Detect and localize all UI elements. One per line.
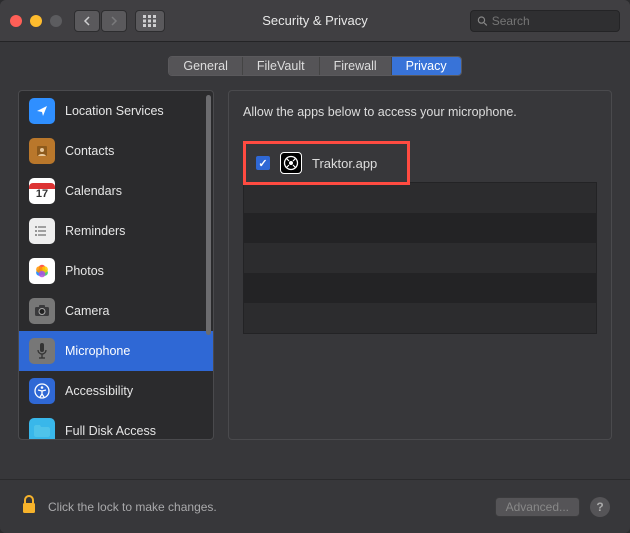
tab-bar: General FileVault Firewall Privacy [0,42,630,90]
footer: Click the lock to make changes. Advanced… [0,479,630,533]
titlebar: Security & Privacy [0,0,630,42]
privacy-category-list: Location Services Contacts 17 Calendars [18,90,214,440]
advanced-button[interactable]: Advanced... [495,497,580,517]
app-permission-list: ✓ Traktor.app [243,141,597,334]
preferences-window: Security & Privacy General FileVault Fir… [0,0,630,533]
grid-icon [143,15,157,27]
tab-privacy[interactable]: Privacy [392,57,461,75]
highlight-box: ✓ Traktor.app [243,141,410,185]
sidebar-item-photos[interactable]: Photos [19,251,213,291]
sidebar-item-label: Full Disk Access [65,424,156,438]
app-name: Traktor.app [312,156,377,171]
tab-firewall[interactable]: Firewall [320,57,392,75]
accessibility-icon [29,378,55,404]
search-input[interactable] [492,14,613,28]
calendar-icon: 17 [29,178,55,204]
chevron-left-icon [83,16,91,26]
zoom-window-button[interactable] [50,15,62,27]
tab-filevault[interactable]: FileVault [243,57,320,75]
reminders-icon [29,218,55,244]
app-checkbox[interactable]: ✓ [256,156,270,170]
sidebar-item-label: Photos [65,264,104,278]
sidebar-item-camera[interactable]: Camera [19,291,213,331]
table-row [244,183,596,213]
permission-hint: Allow the apps below to access your micr… [243,105,597,119]
sidebar-item-calendars[interactable]: 17 Calendars [19,171,213,211]
sidebar-item-label: Reminders [65,224,125,238]
nav-buttons [74,10,127,32]
sidebar-item-full-disk-access[interactable]: Full Disk Access [19,411,213,439]
tab-set: General FileVault Firewall Privacy [168,56,461,76]
lock-hint: Click the lock to make changes. [48,500,485,514]
sidebar-item-label: Camera [65,304,109,318]
window-controls [10,15,62,27]
lock-button[interactable] [20,494,38,520]
traktor-app-icon [280,152,302,174]
minimize-window-button[interactable] [30,15,42,27]
sidebar-item-accessibility[interactable]: Accessibility [19,371,213,411]
chevron-right-icon [110,16,118,26]
table-row [244,303,596,333]
sidebar-item-label: Microphone [65,344,130,358]
back-button[interactable] [74,10,100,32]
sidebar-item-contacts[interactable]: Contacts [19,131,213,171]
sidebar-scroll[interactable]: Location Services Contacts 17 Calendars [19,91,213,439]
tab-general[interactable]: General [169,57,242,75]
sidebar-item-label: Location Services [65,104,164,118]
forward-button[interactable] [101,10,127,32]
table-row [244,273,596,303]
detail-panel: Allow the apps below to access your micr… [228,90,612,440]
content-area: Location Services Contacts 17 Calendars [0,90,630,479]
folder-icon [29,418,55,439]
table-row [244,213,596,243]
photos-icon [29,258,55,284]
sidebar-item-microphone[interactable]: Microphone [19,331,213,371]
sidebar-item-label: Contacts [65,144,114,158]
show-all-button[interactable] [135,10,165,32]
app-table [243,182,597,334]
help-button[interactable]: ? [590,497,610,517]
microphone-icon [29,338,55,364]
sidebar-scrollbar[interactable] [206,95,211,335]
table-row [244,243,596,273]
search-field[interactable] [470,10,620,32]
sidebar-item-reminders[interactable]: Reminders [19,211,213,251]
search-icon [477,15,488,27]
sidebar-item-label: Calendars [65,184,122,198]
contacts-icon [29,138,55,164]
close-window-button[interactable] [10,15,22,27]
sidebar-item-label: Accessibility [65,384,133,398]
location-icon [29,98,55,124]
sidebar-item-location[interactable]: Location Services [19,91,213,131]
camera-icon [29,298,55,324]
